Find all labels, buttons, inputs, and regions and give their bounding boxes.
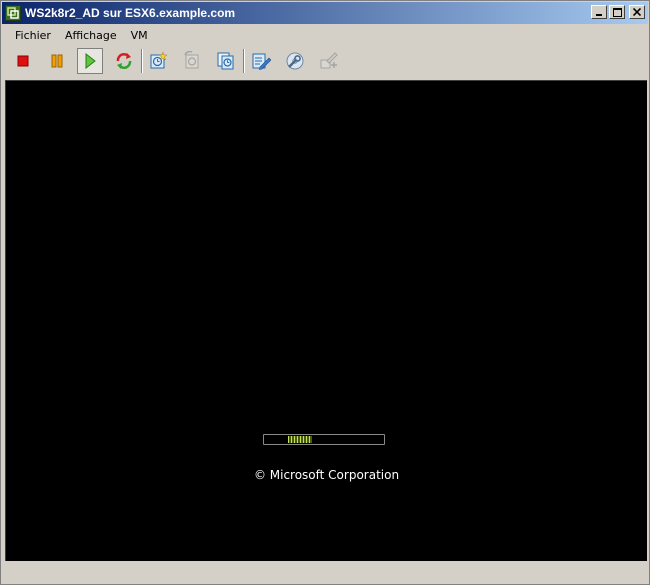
power-off-button[interactable] xyxy=(10,48,36,74)
reset-button[interactable] xyxy=(111,48,137,74)
install-tools-button[interactable] xyxy=(282,48,308,74)
vmware-console-icon xyxy=(5,5,21,21)
close-button[interactable] xyxy=(629,5,645,19)
toolbar-separator xyxy=(243,49,245,73)
power-on-button[interactable] xyxy=(77,48,103,74)
reset-arrows-icon xyxy=(116,53,132,69)
minimize-button[interactable] xyxy=(591,5,607,19)
toolbar-separator xyxy=(141,49,143,73)
edit-settings-icon xyxy=(252,53,271,70)
snapshot-revert-icon xyxy=(184,51,199,69)
window-controls xyxy=(591,5,645,19)
menu-affichage[interactable]: Affichage xyxy=(57,29,123,42)
revert-snapshot-button[interactable] xyxy=(179,48,205,74)
stop-square-icon xyxy=(17,55,29,67)
maximize-button[interactable] xyxy=(609,5,625,19)
vm-console-screen[interactable]: © Microsoft Corporation xyxy=(5,80,647,561)
snapshot-manager-button[interactable] xyxy=(213,48,239,74)
minimize-icon xyxy=(596,14,602,16)
snapshot-take-icon xyxy=(150,51,168,69)
title-bar[interactable]: WS2k8r2_AD sur ESX6.example.com xyxy=(2,2,648,24)
menu-bar: Fichier Affichage VM xyxy=(7,26,154,44)
vm-console-window: WS2k8r2_AD sur ESX6.example.com Fichier … xyxy=(0,0,650,585)
suspend-button[interactable] xyxy=(44,48,70,74)
maximize-icon xyxy=(612,7,622,17)
copyright-text: © Microsoft Corporation xyxy=(253,468,400,482)
window-title: WS2k8r2_AD sur ESX6.example.com xyxy=(25,6,236,20)
pause-icon xyxy=(51,54,63,68)
take-snapshot-button[interactable] xyxy=(145,48,171,74)
boot-progress-fill xyxy=(288,436,312,443)
snapshot-manager-icon xyxy=(217,52,234,70)
boot-progress-bar xyxy=(263,434,385,445)
close-icon xyxy=(633,8,641,16)
devices-icon xyxy=(320,52,338,69)
wrench-disc-icon xyxy=(286,52,304,70)
toolbar xyxy=(5,47,645,77)
status-bar xyxy=(5,563,647,583)
connect-devices-button[interactable] xyxy=(316,48,342,74)
edit-settings-button[interactable] xyxy=(248,48,274,74)
play-icon xyxy=(85,53,96,69)
menu-vm[interactable]: VM xyxy=(123,29,154,42)
menu-fichier[interactable]: Fichier xyxy=(7,29,57,42)
